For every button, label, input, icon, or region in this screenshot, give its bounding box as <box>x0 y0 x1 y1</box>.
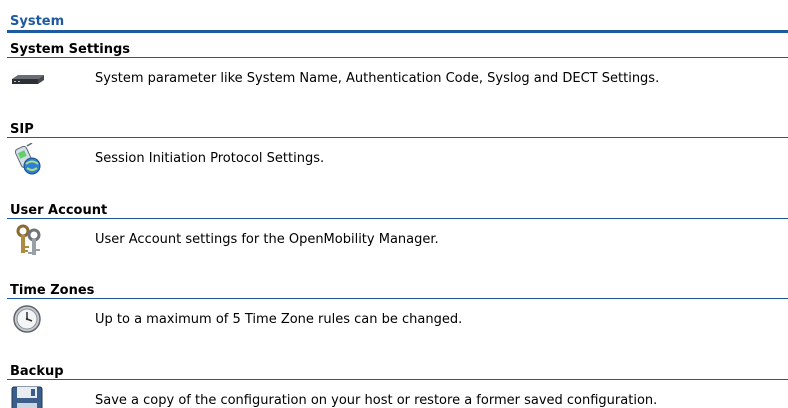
section-description: Session Initiation Protocol Settings. <box>95 151 325 166</box>
section-divider <box>7 379 788 380</box>
section-divider <box>7 298 788 299</box>
clock-icon[interactable] <box>10 304 46 338</box>
section-title-time-zones[interactable]: Time Zones <box>10 283 94 298</box>
section-divider <box>7 57 788 58</box>
section-description: User Account settings for the OpenMobili… <box>95 232 439 247</box>
section-title-backup[interactable]: Backup <box>10 364 64 379</box>
section-description: Up to a maximum of 5 Time Zone rules can… <box>95 312 463 327</box>
section-title-user-account[interactable]: User Account <box>10 203 107 218</box>
section-divider <box>7 137 788 138</box>
keys-icon[interactable] <box>10 224 46 258</box>
floppy-disk-icon[interactable] <box>10 385 46 408</box>
section-description: Save a copy of the configuration on your… <box>95 393 658 408</box>
sip-phone-icon[interactable] <box>10 142 46 177</box>
title-divider <box>7 30 788 33</box>
section-title-sip[interactable]: SIP <box>10 122 34 137</box>
device-icon[interactable] <box>10 63 46 97</box>
page-title: System <box>10 14 65 29</box>
section-title-system-settings[interactable]: System Settings <box>10 42 130 57</box>
section-description: System parameter like System Name, Authe… <box>95 71 660 86</box>
section-divider <box>7 218 788 219</box>
